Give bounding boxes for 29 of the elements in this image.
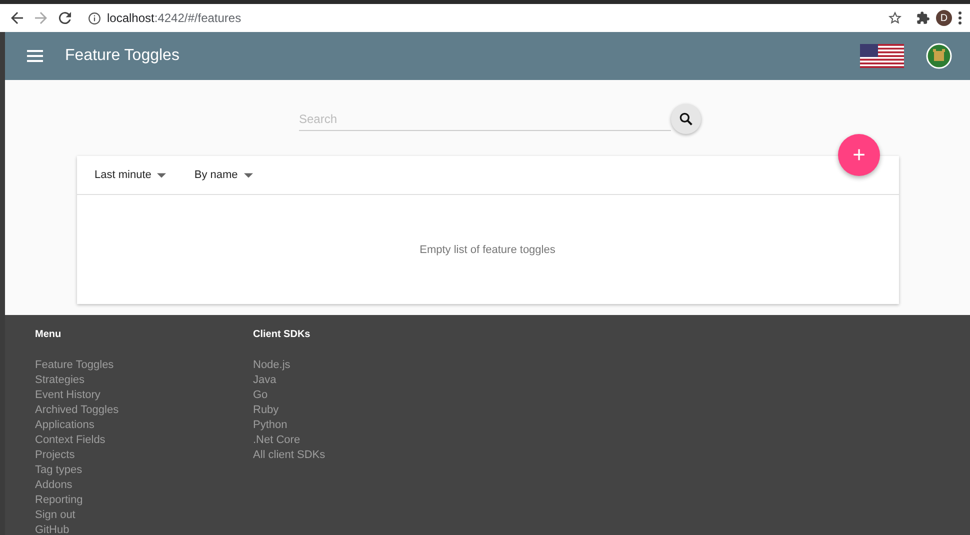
footer-link[interactable]: Sign out: [35, 508, 253, 523]
footer-link[interactable]: Reporting: [35, 493, 253, 508]
footer-link[interactable]: Applications: [35, 418, 253, 433]
footer-link[interactable]: Java: [253, 373, 471, 388]
filter-dropdown[interactable]: By name: [194, 169, 253, 181]
footer-link[interactable]: Tag types: [35, 463, 253, 478]
profile-avatar[interactable]: D: [936, 10, 952, 26]
footer-link[interactable]: GitHub: [35, 523, 253, 535]
footer-link[interactable]: Archived Toggles: [35, 403, 253, 418]
add-button[interactable]: +: [838, 134, 880, 176]
footer-heading: Menu: [35, 329, 62, 340]
url-text[interactable]: localhost:4242/#/features: [107, 11, 242, 25]
footer-link[interactable]: Feature Toggles: [35, 358, 253, 373]
footer-link[interactable]: .Net Core: [253, 433, 471, 448]
empty-message: Empty list of feature toggles: [420, 244, 556, 256]
app-title: Feature Toggles: [65, 47, 180, 65]
footer-link[interactable]: Strategies: [35, 373, 253, 388]
filter-dropdown[interactable]: Last minute: [94, 169, 166, 181]
footer-link[interactable]: Ruby: [253, 403, 471, 418]
footer-link[interactable]: All client SDKs: [253, 448, 471, 463]
footer-link[interactable]: Node.js: [253, 358, 471, 373]
footer-link[interactable]: Addons: [35, 478, 253, 493]
footer-link[interactable]: Projects: [35, 448, 253, 463]
footer-link[interactable]: Python: [253, 418, 471, 433]
footer-link[interactable]: Context Fields: [35, 433, 253, 448]
footer-link[interactable]: Go: [253, 388, 471, 403]
footer-heading: Client SDKs: [253, 329, 312, 340]
search-field[interactable]: Search: [299, 108, 671, 130]
footer-link[interactable]: Event History: [35, 388, 253, 403]
